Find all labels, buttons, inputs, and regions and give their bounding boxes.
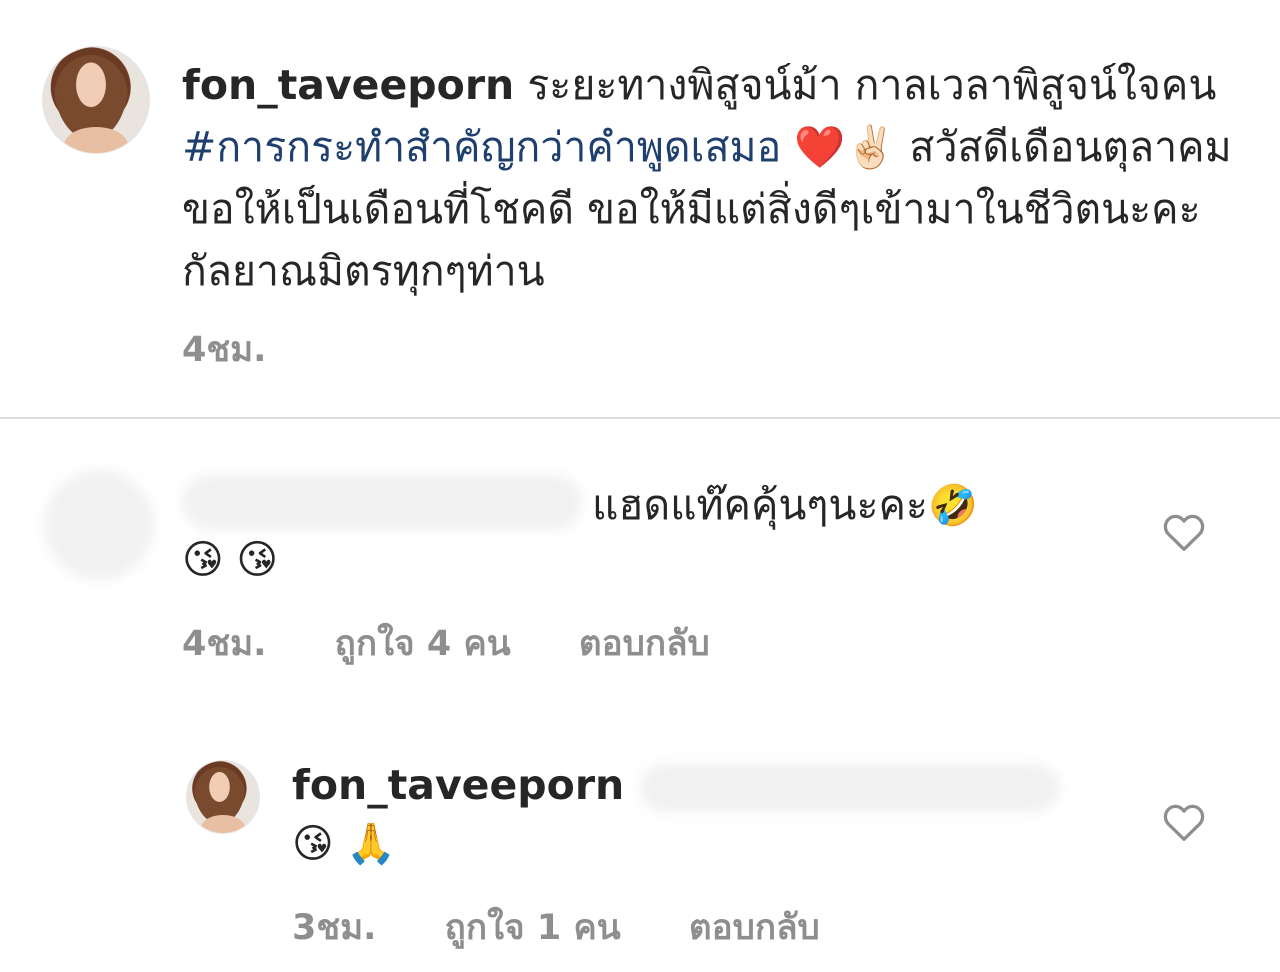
kiss-pray-emoji-icon: 😘 🙏 xyxy=(292,821,397,867)
caption-hashtag[interactable]: #การกระทำสำคัญกว่าคำพูดเสมอ xyxy=(182,123,781,171)
blurred-username xyxy=(182,475,582,530)
comment-2-reply-button[interactable]: ตอบกลับ xyxy=(689,900,820,955)
divider xyxy=(0,417,1280,419)
heart-outline-icon[interactable] xyxy=(1162,802,1206,842)
post-meta: 4ชม. xyxy=(182,322,322,377)
post-time: 4ชม. xyxy=(182,330,267,370)
comment-2-header: fon_taveeporn xyxy=(292,754,624,816)
comment-1-emoji-line: 😘 😘 xyxy=(182,528,278,591)
caption-text-part1: ระยะทางพิสูจน์ม้า กาลเวลาพิสูจน์ใจคน xyxy=(527,61,1217,109)
comment-2-emoji-line: 😘 🙏 xyxy=(292,812,396,875)
post-username[interactable]: fon_taveeporn xyxy=(182,61,514,109)
avatar-shoulder xyxy=(201,815,245,833)
comment-1-time: 4ชม. xyxy=(182,624,267,664)
comment-1-meta: 4ชม. ถูกใจ 4 คน ตอบกลับ xyxy=(182,616,766,671)
comment-2-likes[interactable]: ถูกใจ 1 คน xyxy=(445,900,621,955)
post-caption: fon_taveeporn ระยะทางพิสูจน์ม้า กาลเวลาพ… xyxy=(182,54,1242,302)
rofl-emoji-icon: 🤣 xyxy=(927,483,978,529)
kiss-emoji-icon: 😘 😘 xyxy=(182,537,279,583)
post-author-avatar[interactable] xyxy=(42,46,150,154)
comment-1-body: แฮดแท๊คคุ้นๆนะคะ xyxy=(592,481,928,529)
comment-2-time: 3ชม. xyxy=(292,908,377,948)
comment-1-text: แฮดแท๊คคุ้นๆนะคะ🤣 xyxy=(592,474,978,537)
comment-2-meta: 3ชม. ถูกใจ 1 คน ตอบกลับ xyxy=(292,900,876,955)
heart-outline-icon[interactable] xyxy=(1162,512,1206,552)
blurred-avatar xyxy=(44,470,154,580)
reply-author-avatar[interactable] xyxy=(186,760,260,834)
caption-emojis: ❤️✌🏻 xyxy=(794,123,897,171)
comment-1-likes[interactable]: ถูกใจ 4 คน xyxy=(335,616,511,671)
blurred-mention xyxy=(640,764,1060,812)
comment-2-username[interactable]: fon_taveeporn xyxy=(292,761,624,809)
comment-1-reply-button[interactable]: ตอบกลับ xyxy=(579,616,710,671)
